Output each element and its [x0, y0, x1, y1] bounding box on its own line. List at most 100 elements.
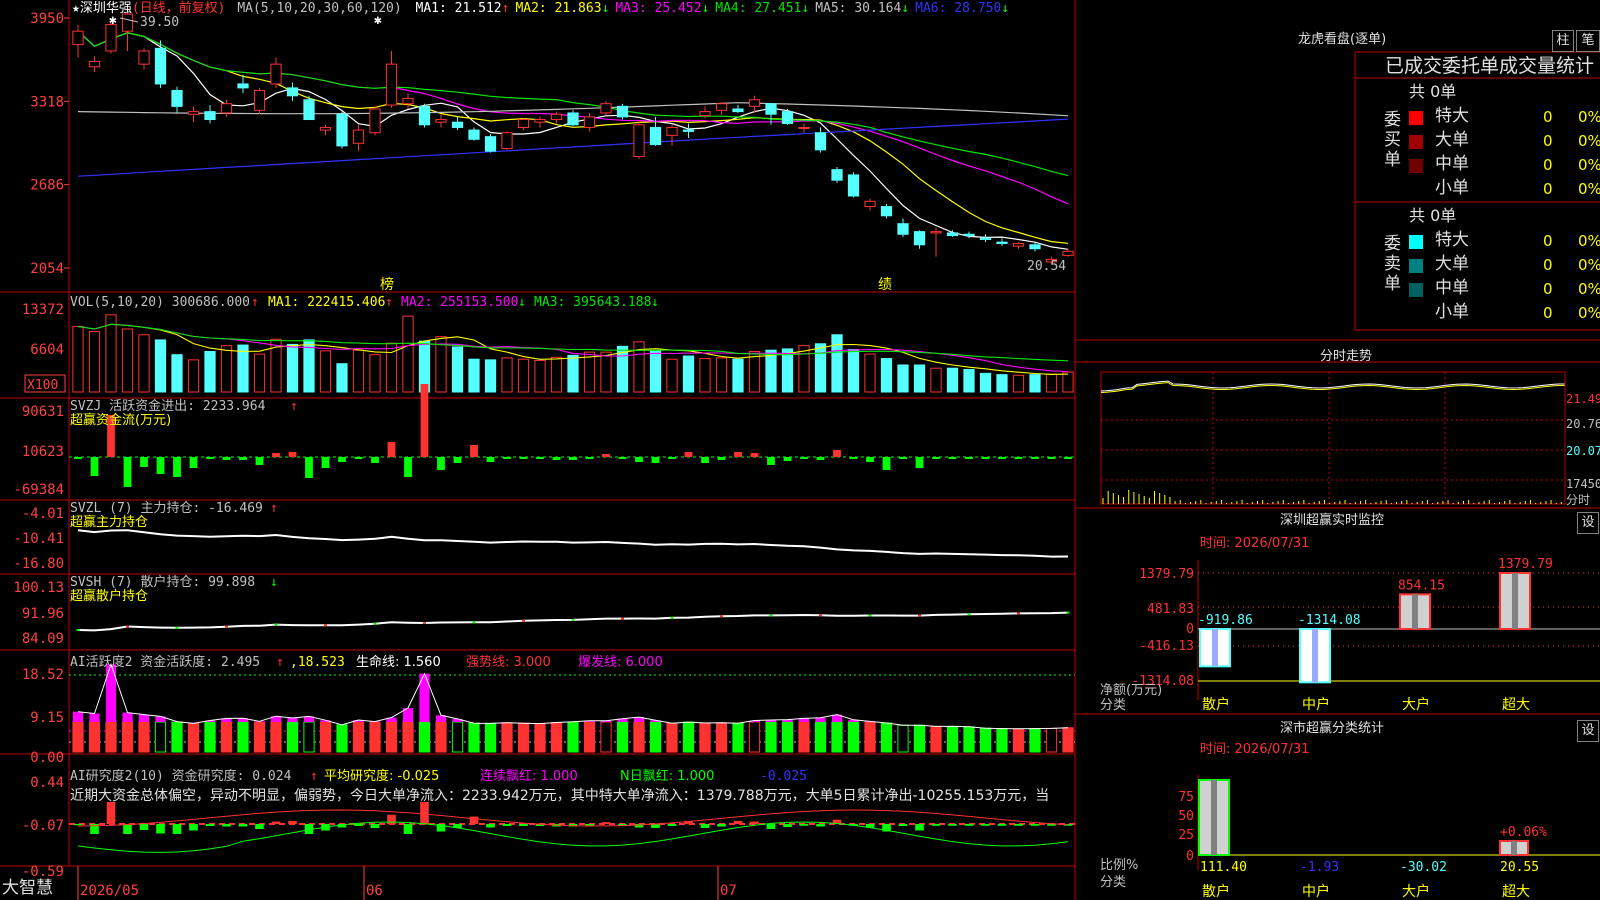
volume-bar — [897, 364, 909, 393]
order-pct: 0% — [1578, 132, 1600, 150]
candle-body — [204, 111, 216, 121]
research-bar — [898, 824, 908, 826]
retail-holding-dot — [769, 614, 773, 617]
activity-bar — [798, 721, 810, 753]
ai2-tick-label: 0.44 — [30, 775, 64, 791]
research-bar — [667, 824, 677, 826]
bar-mode-button[interactable]: 柱 — [1552, 30, 1574, 52]
vol-ma-label: MA3: 395643.188 — [534, 295, 651, 310]
activity-bar — [930, 725, 942, 753]
research-bar — [502, 824, 512, 826]
retail-holding-dot — [175, 626, 179, 629]
monitor-tick-label: 0 — [1186, 622, 1194, 637]
fund-flow-bar — [536, 457, 544, 459]
fund-flow-bar — [404, 457, 412, 477]
order-size-label: 中单 — [1435, 154, 1469, 174]
candle-body — [336, 113, 348, 147]
monitor-cat-label: 散户 — [1202, 696, 1230, 713]
volume-bar — [781, 348, 794, 393]
volume-bar — [748, 350, 761, 393]
svzj-tick-label: 10623 — [22, 444, 64, 460]
svzj-arrow: ↑ — [290, 399, 298, 414]
sz-class-settings-button[interactable]: 设 — [1577, 720, 1599, 742]
volume-bar — [583, 351, 596, 393]
research-bar — [1014, 824, 1023, 826]
volume-bar — [979, 372, 992, 393]
volume-bar — [171, 354, 183, 393]
volume-bar — [600, 351, 612, 393]
candle-body — [649, 126, 662, 146]
candle-body — [567, 112, 579, 126]
fund-flow-bar — [156, 457, 165, 474]
candle-body — [699, 111, 711, 117]
intraday-tick-label: 21.49 — [1566, 392, 1600, 406]
svsh-arrow: ↓ — [270, 575, 278, 590]
candle-body — [880, 206, 893, 217]
candle-body — [847, 174, 860, 197]
ma-arrow: ↓ — [601, 1, 610, 16]
ai1-value2: ,18.523 — [290, 655, 345, 670]
retail-holding-dot — [472, 621, 476, 624]
intraday-price-line — [1100, 380, 1565, 392]
price-tick-label: 2686 — [30, 178, 64, 194]
candle-body — [798, 126, 810, 129]
candle-body — [897, 223, 909, 235]
candle-body — [303, 99, 315, 121]
svzl-tick-label: -10.41 — [13, 531, 64, 547]
retail-holding-dot — [225, 625, 228, 628]
activity-bar — [138, 721, 150, 753]
candle-body — [550, 113, 563, 121]
retail-holding-dot — [967, 613, 971, 616]
candle-body — [913, 231, 926, 246]
volume-bar — [567, 354, 579, 393]
candle-body — [930, 231, 942, 234]
order-count: 0 — [1543, 132, 1553, 150]
volume-bar — [1045, 373, 1058, 393]
fund-flow-bar — [717, 457, 726, 460]
order-count: 0 — [1543, 280, 1553, 298]
activity-bar — [451, 721, 464, 753]
volume-bar — [88, 331, 101, 393]
tick-mode-button[interactable]: 笔 — [1576, 30, 1600, 52]
svsh-tick-label: 84.09 — [22, 631, 64, 647]
ai2-title: AI研究度2(10) 资金研究度: 0.024 — [70, 768, 292, 784]
fund-flow-bar — [998, 457, 1006, 459]
ma-arrow: ↓ — [701, 1, 710, 16]
activity-bar — [1062, 727, 1074, 753]
ai2-tick-label: -0.07 — [22, 818, 64, 834]
activity-bar — [418, 721, 431, 753]
ai2-arrow: ↑ — [310, 769, 318, 784]
retail-holding-dot — [324, 624, 327, 627]
retail-holding-dot — [373, 622, 377, 625]
fund-flow-bar — [1047, 457, 1056, 459]
candle-body — [1029, 244, 1041, 250]
class-cat-label: 超大 — [1502, 884, 1530, 900]
order-pct: 0% — [1578, 304, 1600, 322]
volume-bar — [220, 345, 233, 393]
monitor-cat-label: 大户 — [1402, 696, 1430, 713]
order-size-label: 大单 — [1435, 130, 1469, 150]
svzl-title: SVZL (7) 主力持仓: -16.469 — [70, 501, 263, 516]
candle-body — [765, 103, 777, 115]
volume-bar — [501, 357, 513, 393]
research-bar — [370, 824, 380, 828]
activity-bar — [666, 722, 678, 753]
candle-body — [682, 129, 695, 132]
activity-bar — [831, 721, 843, 753]
fund-flow-bar — [272, 453, 280, 457]
candle-body — [385, 63, 398, 106]
ai1-tick-label: 9.15 — [30, 710, 64, 726]
fund-flow-bar — [420, 384, 429, 457]
ai1-arrow: ↑ — [276, 655, 284, 670]
activity-bar — [88, 721, 101, 753]
candle-body — [154, 47, 167, 85]
svzl-tick-label: -4.01 — [22, 506, 64, 522]
buy-total: 共 0单 — [1409, 82, 1457, 101]
order-count: 0 — [1543, 304, 1553, 322]
candle-body — [831, 169, 843, 181]
volume-bar — [121, 328, 134, 393]
vol-tick-label: 13372 — [22, 302, 64, 318]
svsh-tick-label: 91.96 — [22, 606, 64, 622]
activity-bar — [385, 721, 398, 753]
sz-monitor-settings-button[interactable]: 设 — [1577, 512, 1599, 534]
